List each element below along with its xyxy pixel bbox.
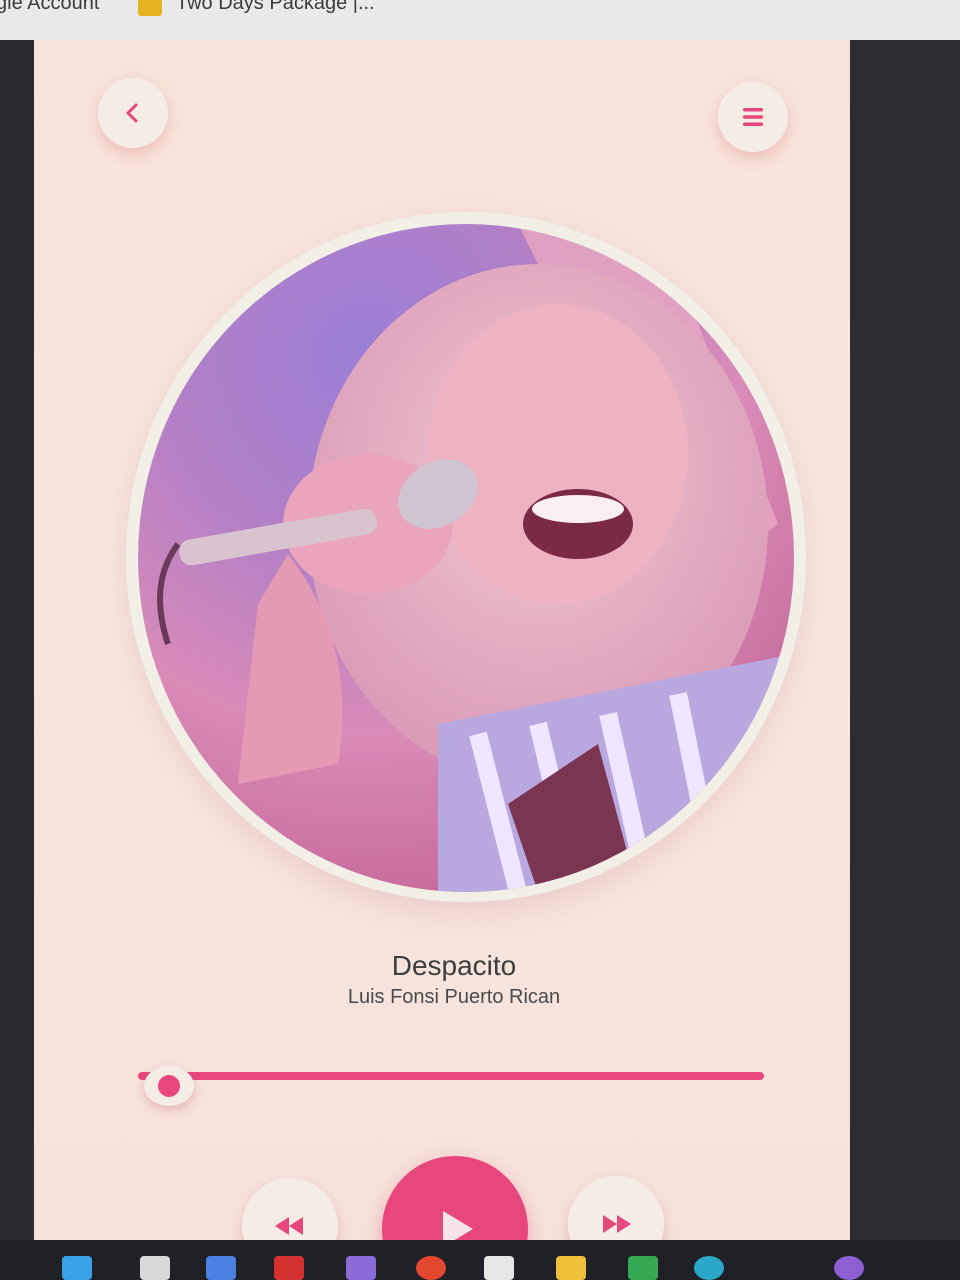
bookmark-google-account[interactable]: gle Account <box>0 0 99 15</box>
menu-button[interactable] <box>718 82 788 152</box>
play-button[interactable] <box>382 1156 528 1240</box>
rewind-button[interactable] <box>242 1178 338 1240</box>
pdf-reader-icon[interactable] <box>274 1256 304 1280</box>
progress-thumb-dot <box>157 1075 180 1097</box>
bookmark-two-days-package[interactable]: Two Days Package |... <box>176 0 375 15</box>
github-icon[interactable] <box>834 1256 864 1280</box>
copilot-icon[interactable] <box>206 1256 236 1280</box>
menu-icon <box>743 108 763 126</box>
singer-illustration <box>157 224 794 892</box>
taskbar <box>0 1240 960 1280</box>
task-view-icon[interactable] <box>140 1256 170 1280</box>
progress-thumb[interactable] <box>143 1066 194 1106</box>
store-icon[interactable] <box>484 1256 514 1280</box>
back-button[interactable] <box>98 78 168 148</box>
music-player: Despacito Luis Fonsi Puerto Rican <box>34 40 850 1240</box>
camera-icon[interactable] <box>346 1256 376 1280</box>
chevron-left-icon <box>126 103 138 123</box>
bookmark-favicon-icon <box>138 0 162 16</box>
chrome-icon[interactable] <box>416 1256 446 1280</box>
fast-forward-button[interactable] <box>568 1176 664 1240</box>
album-art <box>138 224 794 892</box>
file-explorer-icon[interactable] <box>556 1256 586 1280</box>
windows-start-icon[interactable] <box>62 1256 92 1280</box>
drive-icon[interactable] <box>628 1256 658 1280</box>
artist-name: Luis Fonsi Puerto Rican <box>347 986 561 1008</box>
rewind-icon <box>275 1217 303 1235</box>
desktop-background <box>850 40 960 1240</box>
play-icon <box>443 1211 473 1240</box>
progress-track[interactable] <box>138 1072 764 1080</box>
song-title: Despacito <box>391 950 517 981</box>
monitor-bezel-left <box>0 40 34 1240</box>
fast-forward-icon <box>603 1215 631 1233</box>
edge-icon[interactable] <box>694 1256 724 1280</box>
bookmarks-bar: gle Account Two Days Package |... <box>0 0 960 40</box>
